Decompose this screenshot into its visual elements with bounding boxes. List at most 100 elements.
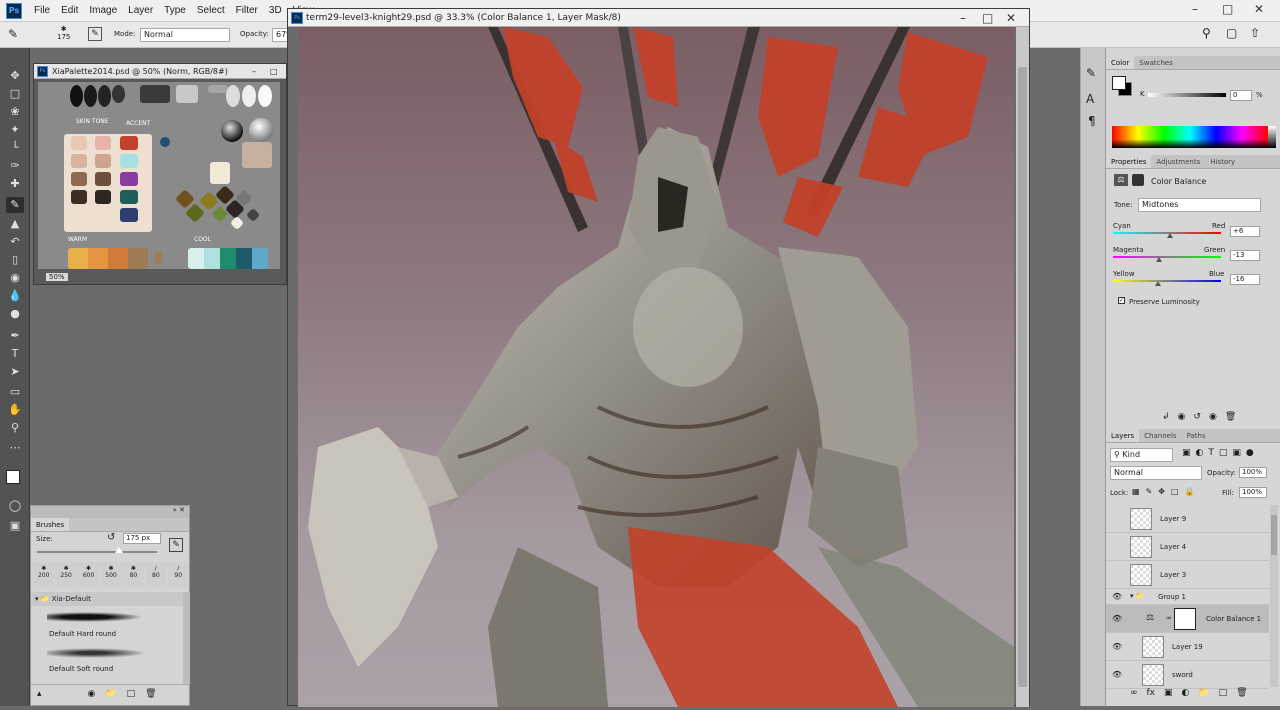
swatches-tab[interactable]: Swatches	[1134, 56, 1177, 69]
lock-position-icon[interactable]: ✥	[1158, 487, 1165, 496]
panel-collapse-icon[interactable]: » ✕	[31, 506, 189, 518]
layer-style-icon[interactable]: fx	[1147, 688, 1156, 698]
brush-preset-picker[interactable]: ✱ 175	[57, 25, 70, 41]
maximize-icon[interactable]: □	[270, 64, 278, 79]
layer-opacity-input[interactable]: 100%	[1239, 467, 1267, 478]
quick-mask-icon[interactable]: ◯	[6, 498, 24, 514]
search-icon[interactable]: ⚲	[1202, 26, 1211, 40]
brush-item[interactable]: Default Soft round	[49, 665, 113, 673]
new-group-icon[interactable]: 📁	[1198, 688, 1209, 698]
group-expand-icon[interactable]: ▾ 📁	[1130, 592, 1144, 600]
new-adjustment-icon[interactable]: ◐	[1182, 688, 1190, 698]
menu-file[interactable]: File	[34, 5, 50, 16]
grayscale-ramp[interactable]	[1268, 126, 1276, 148]
blend-mode-select[interactable]: Normal	[1110, 466, 1202, 480]
brush-preset[interactable]: ✱ 600	[77, 562, 100, 588]
trash-icon[interactable]: 🗑	[1225, 412, 1236, 422]
minimize-icon[interactable]: –	[960, 9, 966, 27]
maximize-icon[interactable]: □	[982, 9, 993, 27]
add-mask-icon[interactable]: ▣	[1164, 688, 1173, 698]
lock-transparent-icon[interactable]: ▦	[1132, 487, 1140, 496]
eye-icon[interactable]: 👁	[1112, 642, 1122, 652]
shape-filter-icon[interactable]: □	[1219, 448, 1228, 458]
layers-tab[interactable]: Layers	[1106, 429, 1140, 442]
zoom-tool-icon[interactable]: ⚲	[6, 420, 24, 436]
filter-toggle-icon[interactable]: ●	[1246, 448, 1254, 458]
fill-input[interactable]: 100%	[1239, 487, 1267, 498]
more-tools-icon[interactable]: ⋯	[6, 440, 24, 456]
eye-icon[interactable]: 👁	[1112, 670, 1122, 680]
layer-row[interactable]: 👁 Layer 19	[1106, 633, 1269, 661]
dodge-tool-icon[interactable]: ●	[6, 306, 24, 322]
menu-filter[interactable]: Filter	[236, 5, 258, 16]
pixel-filter-icon[interactable]: ▣	[1182, 448, 1191, 458]
link-layers-icon[interactable]: ∞	[1130, 688, 1138, 698]
palette-zoom-level[interactable]: 50%	[46, 273, 68, 281]
paths-tab[interactable]: Paths	[1182, 429, 1211, 442]
lasso-tool-icon[interactable]: ❀	[6, 104, 24, 120]
folder-icon[interactable]: 📁	[105, 689, 116, 702]
lock-image-icon[interactable]: ✎	[1146, 487, 1153, 496]
menu-edit[interactable]: Edit	[61, 5, 78, 16]
menu-type[interactable]: Type	[164, 5, 186, 16]
crop-tool-icon[interactable]: └	[6, 140, 24, 156]
palette-canvas[interactable]: SKIN TONE ACCENT WARM COOL	[38, 82, 280, 269]
type-filter-icon[interactable]: T	[1208, 448, 1214, 458]
brushes-scrollbar[interactable]	[183, 592, 190, 684]
foreground-color-swatch[interactable]	[6, 470, 20, 484]
slider-thumb[interactable]	[1167, 233, 1174, 238]
brush-preset[interactable]: ✱ 80	[122, 562, 145, 588]
layer-row[interactable]: Layer 9	[1106, 505, 1269, 533]
brush-size-input[interactable]: 175 px	[123, 533, 161, 544]
layer-row[interactable]: Layer 3	[1106, 561, 1269, 589]
clone-stamp-tool-icon[interactable]: ▲	[6, 216, 24, 232]
foreground-color-swatch[interactable]	[1112, 76, 1126, 90]
menu-layer[interactable]: Layer	[128, 5, 153, 16]
marquee-tool-icon[interactable]: □	[6, 86, 24, 102]
layers-scrollbar[interactable]	[1270, 505, 1278, 687]
history-brush-tool-icon[interactable]: ↶	[6, 234, 24, 250]
magenta-green-value[interactable]: -13	[1230, 250, 1260, 261]
menu-3d[interactable]: 3D	[269, 5, 282, 16]
brush-tool-icon[interactable]: ✎	[6, 197, 24, 213]
trash-icon[interactable]: 🗑	[145, 689, 156, 702]
lock-artboard-icon[interactable]: □	[1171, 487, 1179, 496]
footer-slider-icon[interactable]: ▴	[37, 689, 42, 702]
layer-row[interactable]: Layer 4	[1106, 533, 1269, 561]
color-tab[interactable]: Color	[1106, 56, 1135, 69]
close-icon[interactable]: ✕	[1006, 9, 1016, 27]
smart-filter-icon[interactable]: ▣	[1232, 448, 1241, 458]
brush-panel-toggle-icon[interactable]: ✎	[88, 27, 102, 41]
healing-brush-tool-icon[interactable]: ✚	[6, 176, 24, 192]
layer-row-selected[interactable]: 👁 ⚖ ∞ Color Balance 1	[1106, 605, 1269, 633]
k-value-input[interactable]: 0	[1230, 90, 1252, 101]
eye-icon[interactable]: 👁	[1112, 592, 1122, 602]
group-row[interactable]: 👁 ▾ 📁 Group 1	[1106, 589, 1269, 605]
menu-image[interactable]: Image	[89, 5, 117, 16]
minimize-icon[interactable]: –	[252, 64, 256, 79]
brush-group-row[interactable]: ▾ 📁 Xia-Default	[31, 592, 183, 606]
layer-mask-icon[interactable]	[1132, 174, 1144, 186]
reset-icon[interactable]: ↺	[107, 532, 115, 543]
lock-all-icon[interactable]: 🔒	[1185, 487, 1195, 496]
brush-item[interactable]: Default Hard round	[49, 630, 116, 638]
k-slider[interactable]	[1148, 93, 1226, 97]
new-layer-icon[interactable]: □	[1219, 688, 1228, 698]
minimize-icon[interactable]: –	[1192, 2, 1198, 16]
cyan-red-value[interactable]: +6	[1230, 226, 1260, 237]
canvas-scrollbar[interactable]	[1016, 27, 1029, 707]
eraser-tool-icon[interactable]: ▯	[6, 252, 24, 268]
visibility-toggle[interactable]	[1112, 570, 1122, 580]
magenta-green-slider[interactable]	[1113, 256, 1221, 258]
brush-preset[interactable]: ✱ 250	[55, 562, 77, 588]
character-icon[interactable]: A	[1086, 92, 1094, 106]
brush-preset[interactable]: ✱ 200	[33, 562, 55, 588]
view-previous-icon[interactable]: ◉	[1178, 412, 1186, 422]
shape-tool-icon[interactable]: ▭	[6, 384, 24, 400]
brush-pressure-icon[interactable]: ✎	[169, 538, 183, 552]
path-selection-tool-icon[interactable]: ➤	[6, 364, 24, 380]
history-tab[interactable]: History	[1205, 155, 1240, 168]
brush-preset[interactable]: ∕ 80	[145, 562, 167, 588]
visibility-icon[interactable]: ◉	[88, 689, 96, 702]
tone-select[interactable]: Midtones	[1138, 198, 1261, 212]
